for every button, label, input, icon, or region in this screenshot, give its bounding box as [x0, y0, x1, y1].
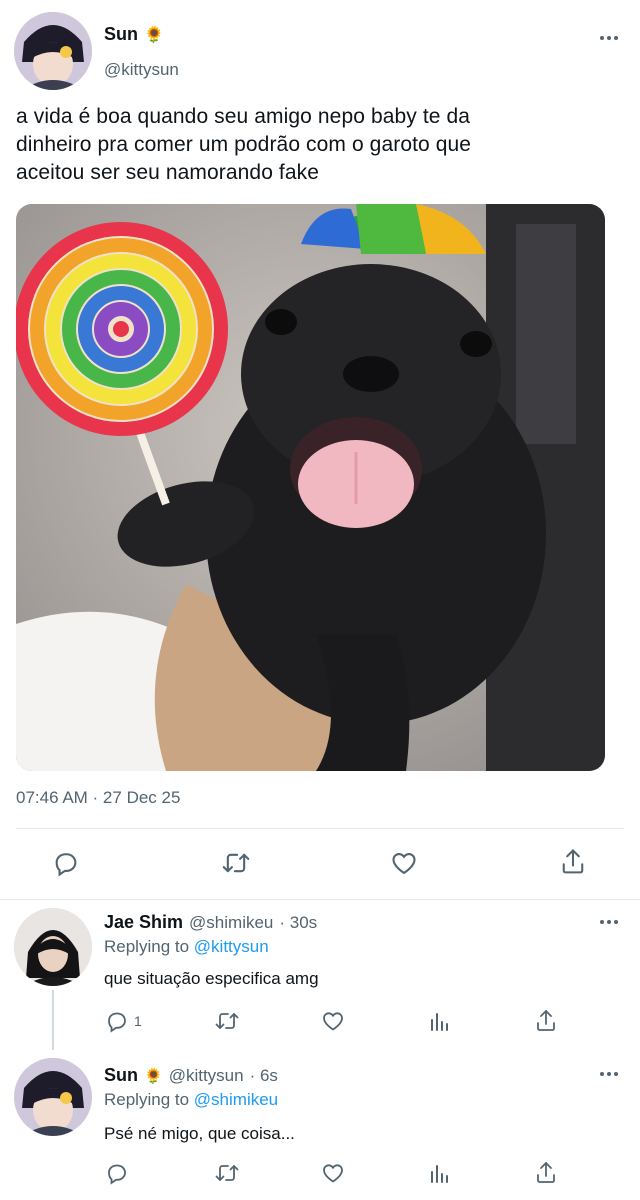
post-timestamp[interactable]: 07:46 AM · 27 Dec 25 — [16, 788, 180, 808]
author-avatar[interactable] — [14, 12, 92, 90]
reply-time[interactable]: · 30s — [279, 913, 317, 933]
reply-author-name[interactable]: Sun — [104, 1065, 138, 1086]
replying-to: Replying to @kittysun — [104, 937, 269, 957]
reply-icon[interactable]: 1 — [104, 1009, 142, 1033]
replying-to-prefix: Replying to — [104, 1090, 190, 1109]
like-icon[interactable] — [389, 849, 419, 877]
like-icon[interactable] — [320, 1009, 346, 1033]
divider — [16, 828, 624, 829]
reply-header[interactable]: Jae Shim @shimikeu · 30s — [104, 912, 317, 933]
pug-photo — [16, 204, 605, 771]
author-name[interactable]: Sun — [104, 24, 138, 45]
replying-to: Replying to @shimikeu — [104, 1090, 278, 1110]
post-image[interactable] — [16, 204, 605, 771]
divider — [0, 899, 640, 900]
retweet-icon[interactable] — [220, 849, 252, 877]
retweet-icon[interactable] — [213, 1161, 241, 1185]
reply-text: que situação especifica amg — [104, 969, 319, 988]
like-icon[interactable] — [320, 1161, 346, 1185]
post-text-line: dinheiro pra comer um podrão com o garot… — [16, 133, 472, 156]
reply-author-name[interactable]: Jae Shim — [104, 912, 183, 933]
post-text: a vida é boa quando seu amigo nepo baby … — [16, 103, 624, 187]
replying-to-link[interactable]: @shimikeu — [194, 1090, 278, 1109]
more-options-icon[interactable] — [600, 920, 618, 924]
reply-avatar[interactable] — [14, 1058, 92, 1136]
replying-to-link[interactable]: @kittysun — [194, 937, 269, 956]
analytics-icon[interactable] — [428, 1162, 452, 1186]
reply-icon[interactable] — [104, 1161, 130, 1185]
reply-avatar[interactable] — [14, 908, 92, 986]
author-name-row[interactable]: Sun 🌻 — [104, 24, 164, 45]
retweet-icon[interactable] — [213, 1009, 241, 1033]
share-icon[interactable] — [559, 847, 587, 877]
sunflower-emoji: 🌻 — [144, 1068, 163, 1085]
reply-time[interactable]: · 6s — [250, 1066, 278, 1086]
author-handle[interactable]: @kittysun — [104, 60, 179, 80]
reply-author-handle[interactable]: @shimikeu — [189, 913, 273, 933]
reply-icon[interactable] — [52, 849, 80, 877]
reply-count: 1 — [134, 1013, 142, 1029]
reply-author-handle[interactable]: @kittysun — [169, 1066, 244, 1086]
thread-line — [52, 990, 54, 1050]
more-options-icon[interactable] — [600, 1072, 618, 1076]
replying-to-prefix: Replying to — [104, 937, 190, 956]
post-text-line: a vida é boa quando seu amigo nepo baby … — [16, 105, 471, 128]
more-options-icon[interactable] — [600, 36, 618, 40]
analytics-icon[interactable] — [428, 1010, 452, 1034]
reply-text: Psé né migo, que coisa... — [104, 1124, 295, 1143]
share-icon[interactable] — [534, 1160, 558, 1186]
post-text-line: aceitou ser seu namorando fake — [16, 161, 320, 184]
sunflower-emoji: 🌻 — [144, 26, 164, 44]
share-icon[interactable] — [534, 1008, 558, 1034]
reply-header[interactable]: Sun 🌻 @kittysun · 6s — [104, 1065, 278, 1086]
